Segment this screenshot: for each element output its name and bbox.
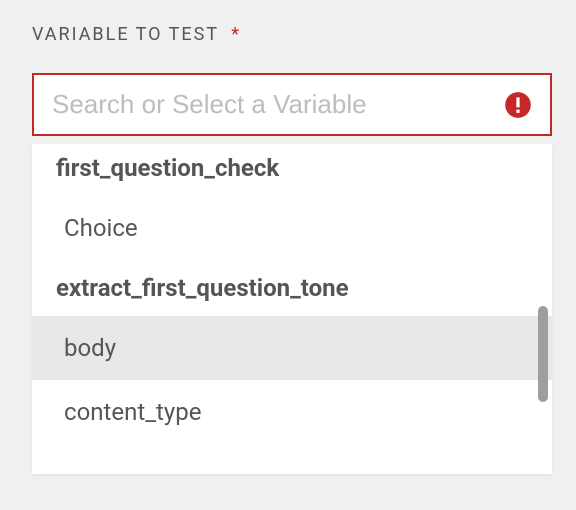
field-label-text: VARIABLE TO TEST: [32, 24, 219, 45]
required-asterisk: *: [231, 24, 241, 45]
dropdown-group-header: extract_first_question_tone: [32, 260, 552, 316]
field-label: VARIABLE TO TEST *: [32, 24, 552, 45]
dropdown-option[interactable]: content_type: [32, 380, 552, 444]
scrollbar-thumb[interactable]: [538, 306, 548, 402]
error-icon: [504, 91, 532, 119]
dropdown-option[interactable]: body: [32, 316, 552, 380]
variable-dropdown-panel: first_question_check Choice extract_firs…: [32, 144, 552, 474]
variable-search-input[interactable]: [52, 89, 492, 120]
dropdown-option[interactable]: Choice: [32, 196, 552, 260]
variable-dropdown-list: first_question_check Choice extract_firs…: [32, 144, 552, 474]
variable-select-input-container[interactable]: [32, 73, 552, 136]
scrollbar-track: [538, 144, 548, 474]
dropdown-group-header: first_question_check: [32, 144, 552, 196]
